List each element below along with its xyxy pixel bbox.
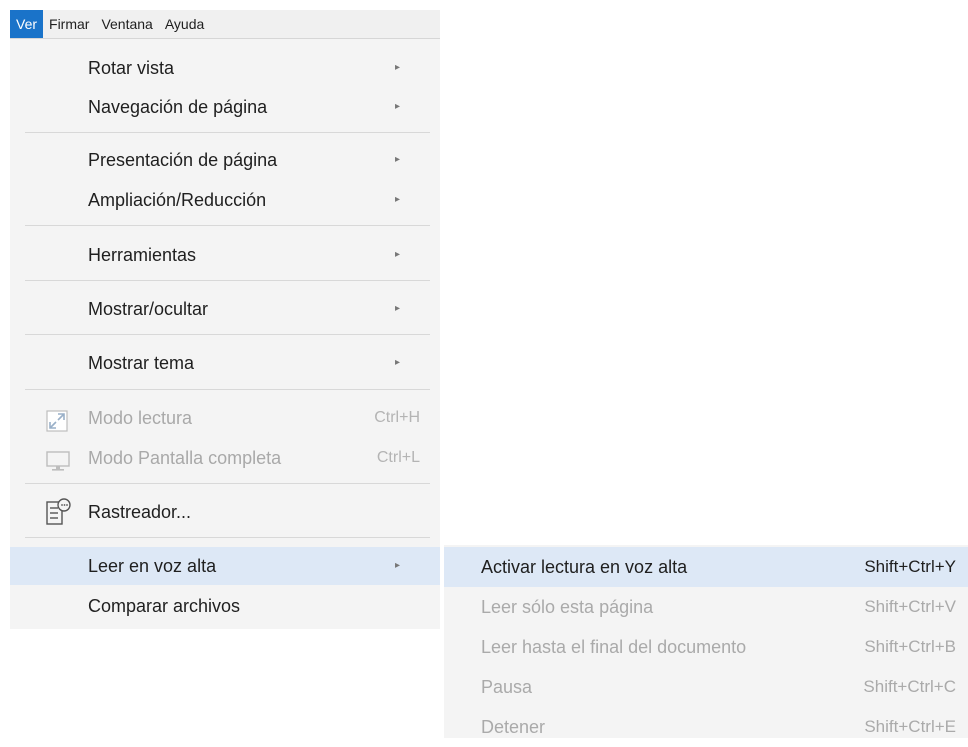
- submenu-item-leer-esta-pagina[interactable]: Leer sólo esta página Shift+Ctrl+V: [444, 587, 968, 627]
- menu-item-label: Herramientas: [88, 245, 197, 265]
- menu-separator: [25, 334, 430, 335]
- submenu-item-label: Detener: [481, 717, 546, 737]
- menu-item-label: Rastreador...: [88, 502, 192, 522]
- submenu-item-label: Pausa: [481, 677, 533, 697]
- menu-item-label: Leer en voz alta: [88, 556, 217, 576]
- menu-item-rastreador[interactable]: Rastreador...: [10, 493, 440, 531]
- menu-item-label: Modo Pantalla completa: [88, 448, 282, 468]
- menu-item-mostrar-ocultar[interactable]: Mostrar/ocultar ▸: [10, 290, 440, 328]
- shortcut-label: Ctrl+L: [376, 449, 420, 466]
- tracker-document-icon: [46, 498, 71, 525]
- menu-item-label: Mostrar/ocultar: [88, 299, 209, 319]
- menu-item-modo-lectura[interactable]: Modo lectura Ctrl+H: [10, 399, 440, 437]
- menu-item-rotar-vista[interactable]: Rotar vista ▸: [10, 49, 440, 87]
- chevron-right-icon: ▸: [394, 62, 400, 73]
- menu-item-herramientas[interactable]: Herramientas ▸: [10, 236, 440, 274]
- submenu-item-leer-hasta-final[interactable]: Leer hasta el final del documento Shift+…: [444, 627, 968, 667]
- menu-item-label: Ampliación/Reducción: [88, 190, 267, 210]
- menu-ventana[interactable]: Ventana: [95, 10, 158, 38]
- menu-firmar[interactable]: Firmar: [43, 10, 95, 38]
- ver-dropdown-menu: Rotar vista ▸ Navegación de página ▸ Pre…: [10, 39, 440, 629]
- leer-en-voz-alta-submenu: Activar lectura en voz alta Shift+Ctrl+Y…: [444, 545, 968, 738]
- chevron-right-icon: ▸: [394, 101, 400, 112]
- shortcut-label: Shift+Ctrl+E: [864, 717, 956, 736]
- menu-item-presentacion-pagina[interactable]: Presentación de página ▸: [10, 141, 440, 179]
- shortcut-label: Shift+Ctrl+B: [864, 637, 956, 656]
- menu-item-label: Mostrar tema: [88, 353, 195, 373]
- menu-item-comparar-archivos[interactable]: Comparar archivos: [10, 587, 440, 625]
- menu-ver[interactable]: Ver: [10, 10, 44, 38]
- menu-bar: Ver Firmar Ventana Ayuda: [10, 10, 440, 39]
- shortcut-label: Ctrl+H: [374, 409, 420, 426]
- chevron-right-icon: ▸: [394, 357, 400, 368]
- menu-separator: [25, 483, 430, 484]
- menu-item-mostrar-tema[interactable]: Mostrar tema ▸: [10, 344, 440, 382]
- shortcut-label: Shift+Ctrl+Y: [864, 557, 956, 576]
- chevron-right-icon: ▸: [394, 194, 400, 205]
- menu-item-ampliacion-reduccion[interactable]: Ampliación/Reducción ▸: [10, 181, 440, 219]
- submenu-item-label: Leer sólo esta página: [481, 597, 654, 617]
- submenu-item-activar-lectura[interactable]: Activar lectura en voz alta Shift+Ctrl+Y: [444, 547, 968, 587]
- submenu-item-label: Activar lectura en voz alta: [481, 557, 688, 577]
- submenu-item-pausa[interactable]: Pausa Shift+Ctrl+C: [444, 667, 968, 707]
- menu-separator: [25, 280, 430, 281]
- shortcut-label: Shift+Ctrl+V: [864, 597, 956, 616]
- menu-item-label: Navegación de página: [88, 97, 268, 117]
- chevron-right-icon: ▸: [394, 249, 400, 260]
- menu-item-label: Rotar vista: [88, 58, 175, 78]
- submenu-item-detener[interactable]: Detener Shift+Ctrl+E: [444, 707, 968, 747]
- menu-item-navegacion-pagina[interactable]: Navegación de página ▸: [10, 88, 440, 126]
- menu-item-leer-en-voz-alta[interactable]: Leer en voz alta ▸: [10, 547, 440, 585]
- menu-item-label: Presentación de página: [88, 150, 278, 170]
- submenu-item-label: Leer hasta el final del documento: [481, 637, 747, 657]
- chevron-right-icon: ▸: [394, 303, 400, 314]
- menu-separator: [25, 225, 430, 226]
- monitor-icon: [46, 447, 70, 471]
- menu-ayuda[interactable]: Ayuda: [159, 10, 210, 38]
- chevron-right-icon: ▸: [394, 154, 400, 165]
- shortcut-label: Shift+Ctrl+C: [863, 677, 956, 696]
- expand-icon: [46, 407, 68, 432]
- menu-separator: [25, 389, 430, 390]
- menu-item-label: Modo lectura: [88, 408, 193, 428]
- chevron-right-icon: ▸: [394, 560, 400, 571]
- menu-separator: [25, 537, 430, 538]
- menu-item-label: Comparar archivos: [88, 596, 241, 616]
- menu-separator: [25, 132, 430, 133]
- menu-item-modo-pantalla-completa[interactable]: Modo Pantalla completa Ctrl+L: [10, 439, 440, 477]
